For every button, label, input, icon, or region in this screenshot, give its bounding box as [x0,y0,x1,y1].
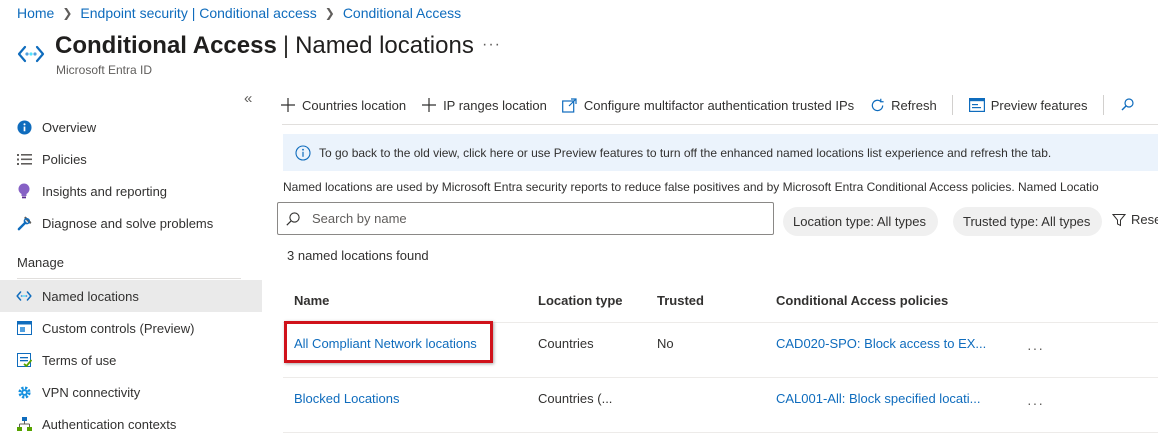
preview-features-label: Preview features [990,97,1088,113]
column-header-location-type[interactable]: Location type [538,293,623,308]
plus-icon [280,97,296,113]
plus-icon [421,97,437,113]
row-more-options-icon[interactable]: ··· [1027,340,1044,356]
sidebar-item-policies[interactable]: Policies [0,143,262,175]
search-input[interactable] [310,210,754,227]
page-subtitle: Microsoft Entra ID [56,63,153,77]
command-bar: Countries location IP ranges location Co… [280,92,1157,118]
sidebar-item-label: Overview [42,119,97,135]
sidebar-item-label: Terms of use [42,352,117,368]
sidebar-item-overview[interactable]: Overview [0,111,262,143]
column-header-trusted[interactable]: Trusted [657,293,704,308]
configure-mfa-trusted-ips-button[interactable]: Configure multifactor authentication tru… [562,97,854,113]
page-title: Conditional Access | Named locations [55,32,474,60]
section-divider [17,278,241,279]
feedback-button[interactable] [1120,97,1142,113]
info-icon [16,119,32,135]
collapse-sidebar-icon[interactable]: « [244,90,252,107]
countries-location-label: Countries location [302,97,407,113]
refresh-button[interactable]: Refresh [869,97,937,113]
table-header-divider [283,322,1158,323]
policy-link[interactable]: CAL001-All: Block specified locati... [776,391,980,406]
chevron-right-icon: ❯ [324,6,335,20]
reset-filters-button[interactable]: Rese [1112,212,1158,227]
preview-features-button[interactable]: Preview features [968,97,1088,113]
sidebar-item-label: Custom controls (Preview) [42,320,195,336]
add-ip-ranges-location-button[interactable]: IP ranges location [421,97,547,113]
column-header-name[interactable]: Name [294,293,329,308]
more-options-icon[interactable]: ··· [482,36,501,54]
add-countries-location-button[interactable]: Countries location [280,97,406,113]
list-icon [16,151,32,167]
policy-link[interactable]: CAD020-SPO: Block access to EX... [776,336,986,351]
row-more-options-icon[interactable]: ··· [1027,395,1044,411]
wrench-icon [16,215,32,231]
page-description: Named locations are used by Microsoft En… [283,180,1099,194]
ip-ranges-location-label: IP ranges location [443,97,547,113]
table-row-divider [283,432,1158,433]
preview-features-icon [968,97,985,113]
named-locations-icon [17,45,45,63]
breadcrumb-endpoint-security[interactable]: Endpoint security | Conditional access [80,5,316,21]
results-count: 3 named locations found [287,248,429,263]
custom-controls-icon [16,320,32,336]
search-icon [286,211,300,226]
sidebar-item-label: Diagnose and solve problems [42,215,214,231]
named-locations-icon [16,288,32,304]
breadcrumb: Home ❯ Endpoint security | Conditional a… [17,5,461,21]
sidebar-item-label: Policies [42,151,87,167]
location-type-cell: Countries [538,336,594,351]
trusted-cell: No [657,336,674,351]
toolbar-divider-line [282,124,1158,125]
sidebar-item-diagnose[interactable]: Diagnose and solve problems [0,207,262,239]
sidebar-item-label: Insights and reporting [42,183,168,199]
location-type-filter[interactable]: Location type: All types [783,207,938,236]
sidebar-item-named-locations[interactable]: Named locations [0,280,262,312]
refresh-label: Refresh [891,97,937,113]
trusted-type-filter[interactable]: Trusted type: All types [953,207,1102,236]
person-feedback-icon [1120,97,1136,113]
hierarchy-icon [16,416,32,432]
breadcrumb-home[interactable]: Home [17,5,54,21]
sidebar-item-custom-controls[interactable]: Custom controls (Preview) [0,312,262,344]
lightbulb-icon [16,183,32,199]
info-banner-text: To go back to the old view, click here o… [319,145,1052,160]
info-banner[interactable]: To go back to the old view, click here o… [283,134,1158,171]
breadcrumb-conditional-access[interactable]: Conditional Access [343,5,461,21]
chevron-right-icon: ❯ [62,6,73,20]
sidebar-item-terms-of-use[interactable]: Terms of use [0,344,262,376]
sidebar-item-label: Named locations [42,288,139,304]
sidebar-item-label: Authentication contexts [42,416,177,432]
sidebar-item-authentication-contexts[interactable]: Authentication contexts [0,408,262,440]
search-box [277,202,774,235]
page-title-main: Conditional Access [55,32,277,59]
refresh-icon [869,97,885,113]
table-row-divider [283,377,1158,378]
sidebar-item-vpn-connectivity[interactable]: VPN connectivity [0,376,262,408]
terms-icon [16,352,32,368]
info-circle-icon [295,144,311,161]
location-name-link[interactable]: Blocked Locations [294,391,400,406]
sidebar-item-insights[interactable]: Insights and reporting [0,175,262,207]
page-title-sub: Named locations [295,32,474,59]
manage-section-label: Manage [17,255,64,270]
sidebar-item-label: VPN connectivity [42,384,141,400]
reset-filters-label: Rese [1131,212,1158,227]
external-link-icon [562,97,578,113]
column-header-policies[interactable]: Conditional Access policies [776,293,948,308]
filter-reset-icon [1112,213,1126,226]
toolbar-divider [1102,95,1104,115]
toolbar-divider [951,95,953,115]
configure-mfa-label: Configure multifactor authentication tru… [583,97,855,113]
location-type-cell: Countries (... [538,391,613,406]
gear-icon [16,384,32,400]
title-separator: | [282,32,290,59]
location-name-link[interactable]: All Compliant Network locations [294,336,477,351]
